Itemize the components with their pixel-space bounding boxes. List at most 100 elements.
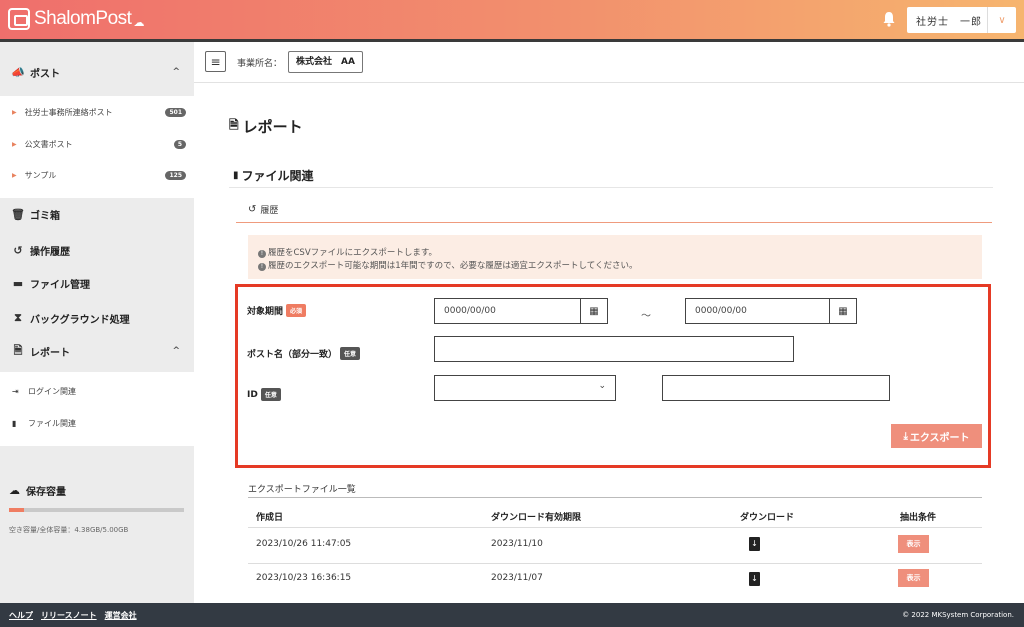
date-to-field[interactable]: 0000/00/00 ▦ [685, 298, 857, 324]
notice-line-1: ! 履歴をCSVファイルにエクスポートします。 [258, 247, 982, 260]
report-submenu: ⇥ ログイン関連 ▮ ファイル関連 [0, 372, 194, 446]
show-conditions-button[interactable]: 表示 [898, 535, 929, 553]
optional-badge: 任意 [260, 388, 281, 401]
hourglass-icon: ⧗ [14, 311, 22, 324]
footer-link-company[interactable]: 運営会社 [105, 610, 137, 621]
created-cell: 2023/10/23 16:36:15 [256, 573, 352, 583]
column-header-expires: ダウンロード有効期限 [491, 513, 582, 523]
app-footer: ヘルプ リリースノート 運営会社 © 2022 MKSystem Corpora… [0, 603, 1024, 627]
trash-icon: 🗑 [11, 207, 25, 221]
sidebar-item-label: ファイル管理 [30, 279, 90, 291]
tab-underline [236, 222, 992, 223]
post-name-label-text: ポスト名（部分一致） [247, 350, 338, 360]
storage-progress-bar [9, 508, 184, 512]
period-label: 対象期間 必須 [247, 304, 307, 317]
download-file-icon[interactable]: ↓ [749, 537, 760, 551]
export-button[interactable]: ⤓ エクスポート [891, 424, 982, 448]
id-label: ID 任意 [247, 388, 281, 401]
sidebar-item-background[interactable]: ⧗ バックグラウンド処理 [0, 302, 194, 334]
date-to-input[interactable]: 0000/00/00 [686, 299, 829, 323]
show-conditions-button[interactable]: 表示 [898, 569, 929, 587]
logo-mark-icon [8, 8, 30, 30]
id-label-text: ID [247, 389, 258, 400]
user-menu[interactable]: 社労士 一郎 ∨ [907, 7, 1016, 33]
column-header-conditions: 抽出条件 [900, 513, 937, 523]
section-divider [229, 187, 993, 188]
export-list-title: エクスポートファイル一覧 [248, 485, 356, 495]
logo[interactable]: ShalomPost ☁ [8, 8, 144, 30]
history-icon: ↺ [13, 243, 23, 257]
bell-icon[interactable] [882, 11, 896, 27]
sidebar-item-label: バックグラウンド処理 [30, 314, 130, 326]
id-type-select[interactable]: ⌄ [434, 375, 616, 401]
sidebar-subitem-post-2[interactable]: ▶ 公文書ポスト 5 [0, 129, 194, 159]
info-icon: ! [258, 263, 266, 271]
expires-cell: 2023/11/10 [491, 539, 543, 549]
chevron-down-icon[interactable]: ∨ [988, 15, 1016, 26]
footer-link-help[interactable]: ヘルプ [9, 610, 33, 621]
id-input[interactable] [662, 375, 890, 401]
sidebar-item-label: 操作履歴 [30, 246, 70, 258]
column-header-download: ダウンロード [740, 513, 795, 523]
post-submenu: ▶ 社労士事務所連絡ポスト 501 ▶ 公文書ポスト 5 ▶ サンプル 125 [0, 96, 194, 198]
sidebar-subitem-post-1[interactable]: ▶ 社労士事務所連絡ポスト 501 [0, 97, 194, 127]
sidebar-subitem-label: サンプル [24, 170, 57, 180]
sidebar-item-label: レポート [30, 347, 70, 359]
storage-label: 保存容量 [26, 487, 66, 498]
expires-cell: 2023/11/07 [491, 573, 543, 583]
sidebar-item-history[interactable]: ↺ 操作履歴 [0, 234, 194, 266]
sidebar-subitem-label: 社労士事務所連絡ポスト [24, 107, 113, 117]
calendar-icon[interactable]: ▦ [580, 299, 607, 323]
content-topbar: ≡ 事業所名： 株式会社 AA [194, 42, 1024, 83]
table-header-divider [248, 527, 982, 528]
chevron-up-icon[interactable]: ^ [172, 346, 180, 356]
section-title-text: ファイル関連 [241, 169, 314, 183]
hamburger-icon: ≡ [210, 54, 221, 69]
post-name-label: ポスト名（部分一致） 任意 [247, 347, 361, 360]
date-from-input[interactable]: 0000/00/00 [435, 299, 580, 323]
chevron-up-icon[interactable]: ^ [172, 67, 180, 77]
required-badge: 必須 [286, 304, 307, 317]
sidebar-subitem-login[interactable]: ⇥ ログイン関連 [0, 376, 194, 406]
created-cell: 2023/10/26 11:47:05 [256, 539, 352, 549]
sidebar-item-trash[interactable]: 🗑 ゴミ箱 [0, 198, 194, 230]
count-badge: 5 [173, 139, 186, 149]
document-icon: 🗎 [13, 343, 23, 357]
copyright: © 2022 MKSystem Corporation. [902, 611, 1014, 619]
footer-links: ヘルプ リリースノート 運営会社 [9, 610, 137, 621]
chevron-down-icon: ⌄ [598, 381, 606, 391]
file-icon: ▮ [12, 418, 17, 428]
sidebar: 📣 ポスト ^ ▶ 社労士事務所連絡ポスト 501 ▶ 公文書ポスト 5 ▶ サ… [0, 42, 194, 603]
post-name-input[interactable] [434, 336, 794, 362]
file-icon: ▮ [233, 170, 239, 181]
footer-link-release-notes[interactable]: リリースノート [41, 610, 97, 621]
hamburger-menu-button[interactable]: ≡ [205, 51, 226, 72]
tab-history[interactable]: ↺ 履歴 [248, 203, 278, 216]
date-from-field[interactable]: 0000/00/00 ▦ [434, 298, 608, 324]
storage-title: ☁ 保存容量 [9, 483, 66, 498]
sidebar-item-files[interactable]: ▬ ファイル管理 [0, 267, 194, 299]
sidebar-subitem-label: 公文書ポスト [24, 139, 73, 149]
sidebar-item-report[interactable]: 🗎 レポート ^ [0, 335, 194, 367]
optional-badge: 任意 [340, 347, 361, 360]
sidebar-subitem-post-3[interactable]: ▶ サンプル 125 [0, 160, 194, 190]
list-divider [248, 497, 982, 498]
column-header-created: 作成日 [256, 513, 284, 523]
info-icon: ! [258, 250, 266, 258]
login-icon: ⇥ [12, 386, 19, 396]
tab-label: 履歴 [260, 206, 279, 216]
triangle-right-icon: ▶ [12, 108, 17, 116]
section-title: ▮ ファイル関連 [233, 167, 314, 184]
office-selector[interactable]: 株式会社 AA [288, 51, 363, 73]
download-file-icon[interactable]: ↓ [749, 572, 760, 586]
calendar-icon[interactable]: ▦ [829, 299, 856, 323]
download-icon: ⤓ [903, 430, 908, 442]
office-label: 事業所名： [237, 59, 283, 69]
sidebar-subitem-file[interactable]: ▮ ファイル関連 [0, 408, 194, 438]
notice-text: 履歴をCSVファイルにエクスポートします。 [268, 248, 438, 258]
triangle-right-icon: ▶ [12, 140, 17, 148]
sidebar-item-post[interactable]: 📣 ポスト ^ [0, 56, 194, 88]
storage-usage-text: 空き容量/全体容量：4.38GB/5.00GB [9, 526, 129, 534]
sidebar-subitem-label: ログイン関連 [28, 386, 76, 396]
count-badge: 125 [165, 170, 186, 180]
